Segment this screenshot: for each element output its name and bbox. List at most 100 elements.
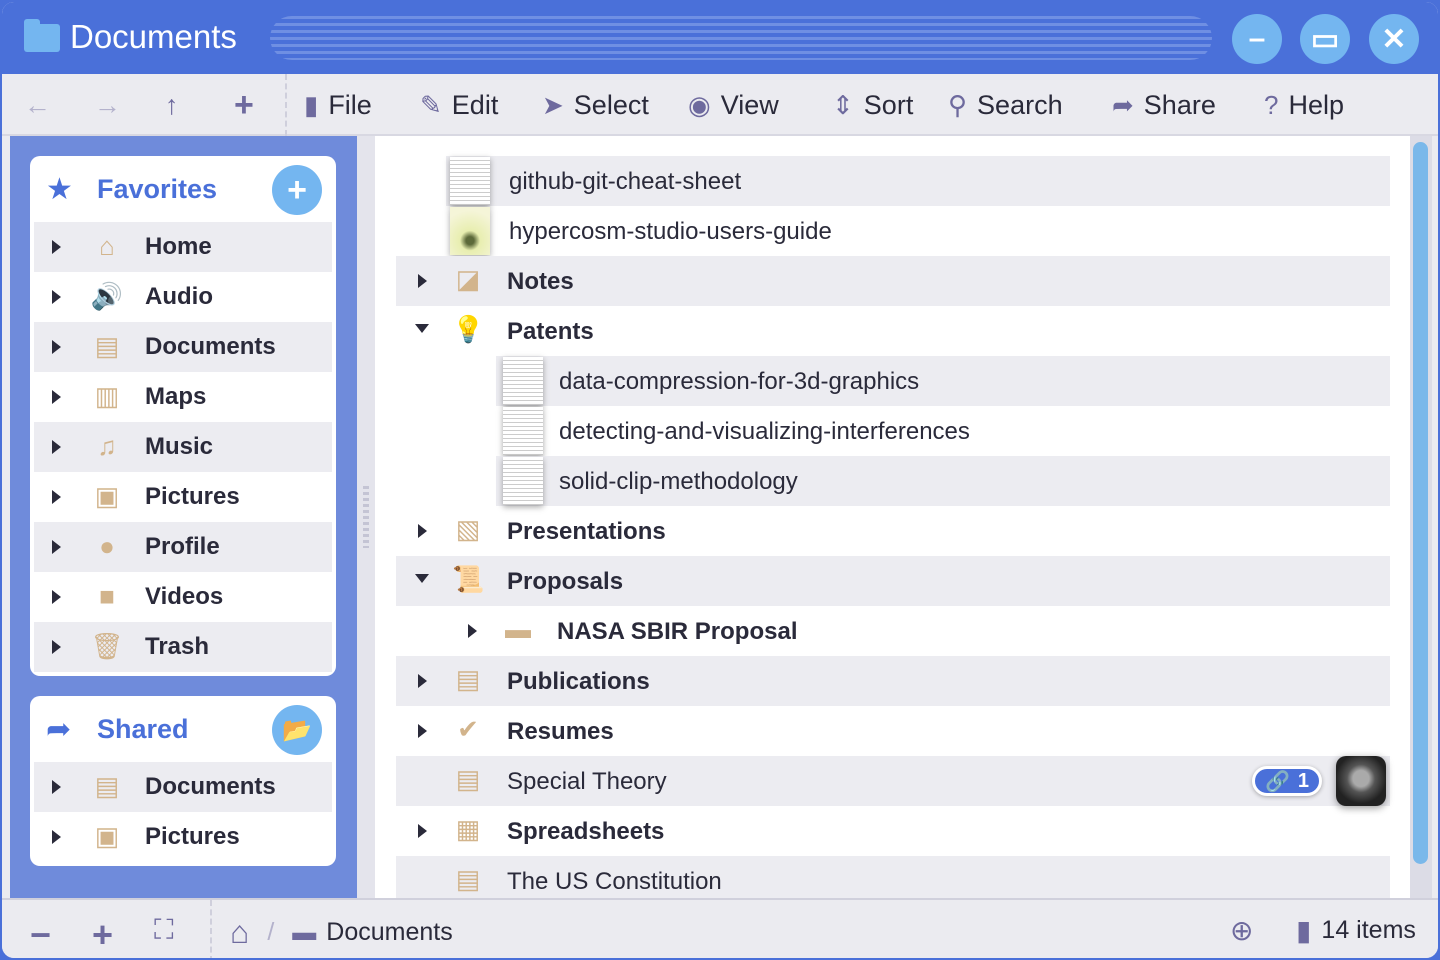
up-button[interactable]: ↑ [165, 86, 179, 124]
add-favorite-button[interactable]: + [272, 165, 322, 215]
expand-toggle[interactable] [52, 290, 61, 304]
note-icon: ◪ [455, 264, 481, 294]
sidebar-item-label: Documents [145, 333, 276, 360]
expand-toggle[interactable] [52, 640, 61, 654]
menu-sort[interactable]: ⇕ Sort [832, 86, 913, 124]
file-name: github-git-cheat-sheet [509, 168, 742, 195]
document-thumbnail [450, 207, 490, 255]
share-link-badge[interactable]: 🔗 1 [1251, 766, 1322, 796]
sidebar-item-label: Audio [145, 283, 213, 310]
picture-icon: ▣ [94, 821, 120, 851]
forward-button[interactable]: → [94, 86, 121, 124]
file-row[interactable]: data-compression-for-3d-graphics [496, 356, 1390, 406]
item-count: ▮ 14 items [1296, 914, 1416, 947]
expand-toggle[interactable] [418, 274, 427, 288]
menu-file[interactable]: ▮ File [304, 86, 372, 124]
open-shared-button[interactable]: 📂 [272, 705, 322, 755]
file-icon: ▮ [304, 89, 319, 120]
sidebar-item-profile[interactable]: ● Profile [34, 522, 332, 572]
zoom-out-button[interactable]: − [30, 914, 51, 956]
folder-row[interactable]: ▤ Publications [396, 656, 1390, 706]
drag-handle[interactable] [270, 16, 1212, 60]
file-name: Spreadsheets [507, 818, 665, 845]
expand-toggle[interactable] [52, 780, 61, 794]
folder-row[interactable]: ▧ Presentations [396, 506, 1390, 556]
expand-toggle[interactable] [52, 540, 61, 554]
menu-share[interactable]: ➦ Share [1112, 86, 1216, 124]
sidebar-item-label: Pictures [145, 483, 240, 510]
expand-toggle[interactable] [418, 674, 427, 688]
share-icon: ➦ [46, 713, 72, 746]
document-icon: ▤ [455, 764, 481, 794]
map-icon: ▥ [94, 381, 120, 411]
scrollbar[interactable] [1410, 136, 1432, 898]
zoom-search-button[interactable]: ⊕ [1230, 914, 1253, 947]
expand-toggle[interactable] [52, 390, 61, 404]
folder-row[interactable]: 💡 Patents [396, 306, 1390, 356]
fullscreen-button[interactable]: ⛶ [154, 914, 174, 947]
favorites-title: Favorites [97, 174, 218, 204]
folder-row[interactable]: ◪ Notes [396, 256, 1390, 306]
file-row[interactable]: ▤ The US Constitution [396, 856, 1390, 898]
file-row[interactable]: github-git-cheat-sheet [446, 156, 1390, 206]
close-button[interactable]: ✕ [1369, 14, 1419, 64]
sidebar-item-home[interactable]: ⌂ Home [34, 222, 332, 272]
expand-toggle[interactable] [415, 324, 429, 333]
minimize-button[interactable]: – [1232, 14, 1282, 64]
file-name: Patents [507, 318, 594, 345]
folder-row[interactable]: ✔ Resumes [396, 706, 1390, 756]
avatar[interactable] [1336, 756, 1386, 806]
file-row[interactable]: hypercosm-studio-users-guide [446, 206, 1390, 256]
expand-toggle[interactable] [52, 340, 61, 354]
expand-toggle[interactable] [52, 830, 61, 844]
sidebar-item-label: Home [145, 233, 212, 260]
file-row[interactable]: solid-clip-methodology [496, 456, 1390, 506]
folder-row[interactable]: ▬ NASA SBIR Proposal [446, 606, 1390, 656]
menu-select[interactable]: ➤ Select [542, 86, 649, 124]
sidebar-item-pictures[interactable]: ▣ Pictures [34, 812, 332, 862]
sidebar-item-maps[interactable]: ▥ Maps [34, 372, 332, 422]
sidebar-item-videos[interactable]: ■ Videos [34, 572, 332, 622]
new-button[interactable]: + [234, 86, 254, 124]
expand-toggle[interactable] [418, 824, 427, 838]
file-manager-window: Documents – ▭ ✕ ← → ↑ + ▮ File ✎ Edit ➤ Selec… [0, 0, 1440, 960]
folder-row[interactable]: ▦ Spreadsheets [396, 806, 1390, 856]
file-name: hypercosm-studio-users-guide [509, 218, 832, 245]
menu-search[interactable]: ⚲ Search [948, 86, 1063, 124]
file-name: The US Constitution [507, 868, 722, 895]
scrollbar-thumb[interactable] [1413, 142, 1428, 864]
expand-toggle[interactable] [468, 624, 477, 638]
folder-row[interactable]: 📜 Proposals [396, 556, 1390, 606]
file-name: data-compression-for-3d-graphics [559, 368, 920, 395]
home-icon[interactable]: ⌂ [230, 914, 249, 951]
expand-toggle[interactable] [418, 524, 427, 538]
menu-label: Help [1288, 89, 1344, 120]
file-row[interactable]: detecting-and-visualizing-interferences [496, 406, 1390, 456]
sidebar-item-pictures[interactable]: ▣ Pictures [34, 472, 332, 522]
sidebar-item-music[interactable]: ♫ Music [34, 422, 332, 472]
grip-handle[interactable] [363, 486, 369, 548]
sidebar-item-audio[interactable]: 🔊 Audio [34, 272, 332, 322]
breadcrumb-current[interactable]: Documents [326, 918, 452, 947]
maximize-button[interactable]: ▭ [1300, 14, 1350, 64]
menu-label: Sort [863, 89, 914, 120]
expand-toggle[interactable] [415, 574, 429, 583]
expand-toggle[interactable] [52, 240, 61, 254]
file-row[interactable]: ▤ Special Theory 🔗 1 [396, 756, 1390, 806]
back-button[interactable]: ← [24, 86, 51, 124]
expand-toggle[interactable] [52, 490, 61, 504]
zoom-in-icon: ⊕ [1230, 915, 1254, 946]
file-name: Special Theory [507, 768, 667, 795]
sidebar-item-trash[interactable]: 🗑 Trash [34, 622, 332, 672]
sidebar-item-documents[interactable]: ▤ Documents [34, 322, 332, 372]
expand-toggle[interactable] [52, 590, 61, 604]
pane-splitter[interactable] [357, 136, 375, 898]
sidebar-item-documents[interactable]: ▤ Documents [34, 762, 332, 812]
menu-edit[interactable]: ✎ Edit [420, 86, 498, 124]
share-icon: ➦ [1112, 89, 1134, 120]
expand-toggle[interactable] [52, 440, 61, 454]
zoom-in-button[interactable]: + [92, 914, 113, 956]
menu-help[interactable]: ? Help [1264, 86, 1344, 124]
expand-toggle[interactable] [418, 724, 427, 738]
menu-view[interactable]: ◉ View [688, 86, 779, 124]
